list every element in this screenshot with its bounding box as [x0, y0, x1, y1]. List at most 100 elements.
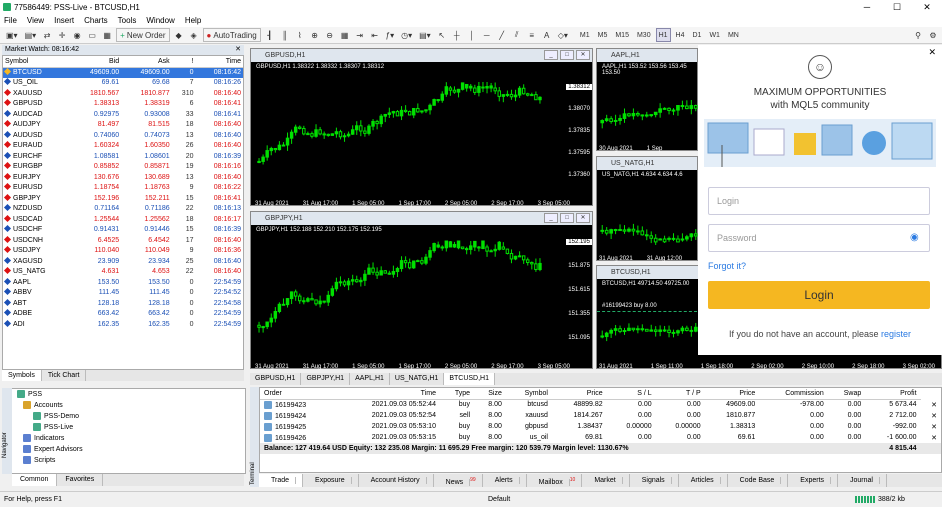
tf-m15[interactable]: M15 [612, 28, 632, 42]
vertical-line-icon[interactable]: │ [466, 28, 478, 42]
tf-m5[interactable]: M5 [595, 28, 611, 42]
table-row[interactable]: USDCNH 6.4525 6.4542 17 08:16:40 [3, 235, 243, 246]
column-header[interactable]: Ask [121, 56, 172, 68]
zoom-out-icon[interactable]: ⊖ [324, 28, 336, 42]
crosshair-icon[interactable]: ┼ [451, 28, 463, 42]
close-icon[interactable]: ✕ [921, 432, 941, 443]
table-row[interactable]: EURGBP 0.85852 0.85871 19 08:16:16 [3, 162, 243, 173]
table-row[interactable]: AUDJPY 81.497 81.515 18 08:16:40 [3, 120, 243, 131]
menu-charts[interactable]: Charts [84, 16, 108, 25]
tab-exposure[interactable]: Exposure [303, 474, 359, 487]
zoom-in-icon[interactable]: ⊕ [309, 28, 321, 42]
table-row[interactable]: US_OIL 69.61 69.68 7 08:16:26 [3, 78, 243, 89]
table-row[interactable]: ABT 128.18 128.18 0 22:54:58 [3, 298, 243, 309]
table-row[interactable]: 16199426 2021.09.03 05:53:15 buy 8.00 us_oil… [260, 432, 941, 443]
column-header[interactable]: Price [551, 388, 607, 400]
table-row[interactable]: GBPUSD 1.38313 1.38319 6 08:16:41 [3, 99, 243, 110]
minimize-button[interactable]: ─ [852, 0, 882, 14]
tf-mn[interactable]: MN [725, 28, 742, 42]
minimize-icon[interactable]: _ [544, 213, 558, 223]
trendline-icon[interactable]: ╱ [496, 28, 508, 42]
text-icon[interactable]: A [541, 28, 553, 42]
close-icon[interactable]: ✕ [576, 213, 590, 223]
column-header[interactable]: Price [704, 388, 760, 400]
tab-alerts[interactable]: Alerts [483, 474, 527, 487]
tf-m1[interactable]: M1 [577, 28, 593, 42]
tf-h1[interactable]: H1 [655, 28, 671, 42]
chart-tab[interactable]: GBPUSD,H1 [250, 373, 302, 385]
table-row[interactable]: EURUSD 1.18754 1.18763 9 08:16:22 [3, 183, 243, 194]
show-password-icon[interactable]: ◉ [910, 232, 919, 243]
column-header[interactable]: T / P [655, 388, 705, 400]
table-row[interactable]: USDCAD 1.25544 1.25562 18 08:16:17 [3, 214, 243, 225]
column-header[interactable]: Size [474, 388, 506, 400]
menu-help[interactable]: Help [185, 16, 201, 25]
new-order-button[interactable]: + New Order [116, 28, 170, 42]
close-icon[interactable]: ✕ [235, 45, 241, 55]
chat-icon[interactable]: ◈ [188, 28, 200, 42]
table-row[interactable]: 16199425 2021.09.03 05:53:10 buy 8.00 gbpusd… [260, 421, 941, 432]
minimize-icon[interactable]: _ [544, 50, 558, 60]
nav-item-indicators[interactable]: Indicators [3, 433, 245, 444]
tab-code-base[interactable]: Code Base [728, 474, 789, 487]
tab-articles[interactable]: Articles [679, 474, 728, 487]
tab-journal[interactable]: Journal [838, 474, 887, 487]
menu-insert[interactable]: Insert [54, 16, 74, 25]
tf-h4[interactable]: H4 [673, 28, 688, 42]
column-header[interactable]: Bid [70, 56, 122, 68]
column-header[interactable]: Symbol [3, 56, 71, 68]
cursor-icon[interactable]: ↖ [436, 28, 448, 42]
nav-item-pss-demo[interactable]: PSS-Demo [3, 411, 245, 422]
login-button[interactable]: Login [708, 281, 930, 309]
strategy-tester-icon[interactable]: ▦ [101, 28, 113, 42]
table-row[interactable]: AUDUSD 0.74060 0.74073 13 08:16:40 [3, 130, 243, 141]
close-icon[interactable]: ✕ [928, 47, 936, 58]
menu-file[interactable]: File [4, 16, 17, 25]
column-header[interactable]: Symbol [505, 388, 552, 400]
column-header[interactable]: Profit [865, 388, 921, 400]
menu-window[interactable]: Window [146, 16, 174, 25]
periods-icon[interactable]: ◷▾ [399, 28, 414, 42]
table-row[interactable]: XAGUSD 23.909 23.934 25 08:16:40 [3, 256, 243, 267]
table-row[interactable]: XAUUSD 1810.567 1810.877 310 08:16:40 [3, 88, 243, 99]
chart-tab[interactable]: GBPJPY,H1 [301, 373, 351, 385]
password-input[interactable]: Password [708, 224, 930, 252]
table-row[interactable]: GBPJPY 152.196 152.211 15 08:16:41 [3, 193, 243, 204]
close-icon[interactable]: ✕ [576, 50, 590, 60]
close-icon[interactable]: ✕ [921, 421, 941, 432]
tab-news[interactable]: News 99 [434, 474, 483, 487]
navigator-icon[interactable]: ◉ [71, 28, 83, 42]
column-header[interactable]: Swap [827, 388, 866, 400]
nav-item-pss-live[interactable]: PSS-Live [3, 422, 245, 433]
autotrading-button[interactable]: ● AutoTrading [202, 28, 261, 42]
bar-chart-icon[interactable]: ┨ [264, 28, 276, 42]
nav-item-accounts[interactable]: Accounts [3, 400, 245, 411]
chart-tab[interactable]: US_NATG,H1 [390, 373, 445, 385]
autoscroll-icon[interactable]: ⇥ [354, 28, 366, 42]
chart-window-aapl[interactable]: AAPL,H1 AAPL,H1 153.52 153.56 153.45 153… [596, 48, 698, 152]
maximize-icon[interactable]: □ [560, 50, 574, 60]
terminal-icon[interactable]: ▭ [86, 28, 98, 42]
table-row[interactable]: AAPL 153.50 153.50 0 22:54:59 [3, 277, 243, 288]
column-header[interactable]: Time [333, 388, 440, 400]
chart-window-gbpusd[interactable]: GBPUSD,H1 _ □ ✕ GBPUSD,H1 1.38322 1.38332 … [250, 48, 593, 207]
menu-tools[interactable]: Tools [118, 16, 137, 25]
nav-item-pss[interactable]: PSS [3, 389, 245, 400]
maximize-icon[interactable]: □ [560, 213, 574, 223]
tab-account-history[interactable]: Account History [359, 474, 434, 487]
line-chart-icon[interactable]: ⌇ [294, 28, 306, 42]
login-input[interactable]: Login [708, 187, 930, 215]
table-row[interactable]: EURAUD 1.60324 1.60350 26 08:16:40 [3, 141, 243, 152]
chart-window-us-natg[interactable]: US_NATG,H1 US_NATG,H1 4.634 4.634 4.6 31… [596, 156, 698, 262]
table-row[interactable]: AUDCAD 0.92975 0.93008 33 08:16:41 [3, 109, 243, 120]
tab-signals[interactable]: Signals [630, 474, 679, 487]
tab-favorites[interactable]: Favorites [57, 474, 104, 486]
data-window-icon[interactable]: ✛ [56, 28, 68, 42]
table-row[interactable]: 16199423 2021.09.03 05:52:44 buy 8.00 btcusd… [260, 399, 941, 410]
menu-view[interactable]: View [27, 16, 44, 25]
maximize-button[interactable]: ☐ [882, 0, 912, 14]
close-icon[interactable]: ✕ [921, 399, 941, 410]
templates-icon[interactable]: ▤▾ [417, 28, 433, 42]
table-row[interactable]: 16199424 2021.09.03 05:52:54 sell 8.00 xauus… [260, 410, 941, 421]
table-row[interactable]: NZDUSD 0.71164 0.71186 22 08:16:13 [3, 204, 243, 215]
